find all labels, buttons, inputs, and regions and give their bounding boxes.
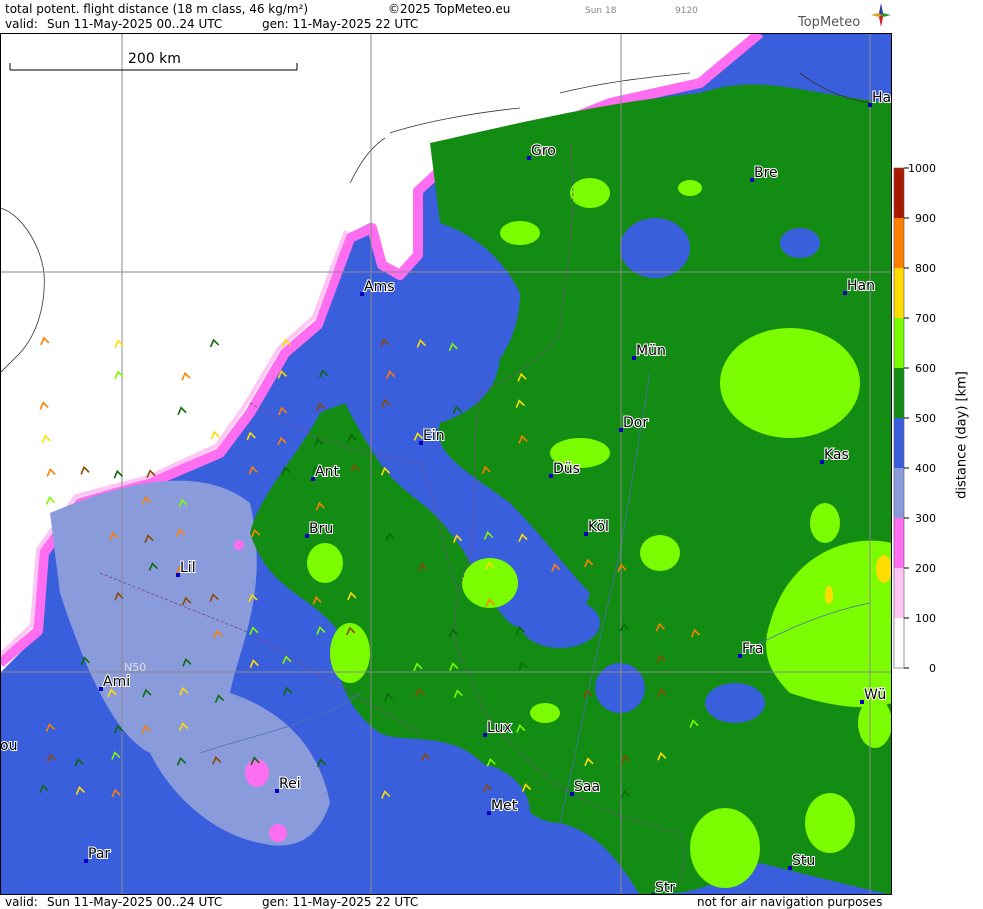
city-label: Bru — [309, 521, 333, 537]
legend-swatch — [894, 568, 904, 618]
footer-valid-label: valid: — [5, 895, 38, 909]
valid-value: Sun 11-May-2025 00..24 UTC — [47, 17, 223, 31]
legend-tick-label: 300 — [915, 512, 936, 525]
legend-tick-label: 1000 — [908, 162, 936, 175]
day-tag: Sun 18 — [585, 6, 617, 16]
grid-label: N50 — [124, 661, 146, 674]
city-label: Dor — [623, 415, 648, 431]
city-label: Kas — [824, 447, 849, 463]
legend-tick-label: 800 — [915, 262, 936, 275]
legend-swatch — [894, 418, 904, 468]
footer-valid-value: Sun 11-May-2025 00..24 UTC — [47, 895, 223, 909]
wind-chevron — [41, 434, 51, 444]
legend: 10009008007006005004003002001000 — [893, 162, 936, 675]
city-label: ou — [0, 738, 17, 754]
city-label: Met — [491, 798, 518, 814]
city-label: Düs — [553, 461, 580, 477]
legend-tick-label: 100 — [915, 612, 936, 625]
city-label: Mün — [636, 343, 666, 359]
legend-swatch — [894, 368, 904, 418]
gen-value: gen: 11-May-2025 22 UTC — [262, 17, 419, 31]
footer-disclaimer: not for air navigation purposes — [697, 895, 883, 909]
wind-chevron — [177, 406, 187, 415]
logo-text: TopMeteo — [798, 15, 861, 30]
city-label: Gro — [531, 143, 556, 159]
wind-chevron — [113, 469, 123, 479]
scale-label: 200 km — [128, 51, 181, 67]
city-label: Ams — [364, 279, 395, 295]
legend-tick-label: 200 — [915, 562, 936, 575]
legend-swatch — [894, 268, 904, 318]
compass-icon — [871, 3, 891, 27]
wind-chevron — [45, 496, 56, 505]
legend-title: distance (day) [km] — [954, 371, 970, 499]
city-label: Ami — [103, 674, 130, 690]
city-label: Ant — [315, 464, 339, 480]
city-label: Lil — [180, 560, 196, 576]
map-area[interactable]: N50 Ha Gro Bre Ams Han Mün Ein Dor Ant Kas Düs Bru K… — [0, 33, 892, 895]
city-label: Par — [88, 846, 110, 862]
city-label: Saa — [574, 779, 600, 795]
wind-chevron — [210, 430, 220, 440]
wind-chevron — [80, 465, 90, 475]
city-label: Ha — [872, 90, 891, 106]
city-label: Ein — [423, 428, 445, 444]
city-label: Köl — [588, 519, 609, 535]
valid-label: valid: — [5, 17, 38, 31]
city-label: Stu — [792, 853, 815, 869]
city-label: Han — [847, 278, 875, 294]
city-label: Bre — [754, 165, 778, 181]
city-label: Wü — [864, 687, 886, 703]
wind-chevron — [181, 371, 191, 381]
legend-swatch — [894, 168, 904, 218]
chart-title: total potent. flight distance (18 m clas… — [5, 2, 309, 16]
wind-chevron — [39, 401, 49, 410]
legend-tick-label: 400 — [915, 462, 936, 475]
topmeteo-logo: TopMeteo — [798, 2, 892, 32]
legend-tick-label: 0 — [929, 662, 936, 675]
city-label: Rei — [279, 776, 301, 792]
legend-tick-label: 900 — [915, 212, 936, 225]
legend-tick-label: 600 — [915, 362, 936, 375]
city-label: Fra — [742, 641, 763, 657]
footer-gen-value: gen: 11-May-2025 22 UTC — [262, 895, 419, 909]
legend-tick-label: 500 — [915, 412, 936, 425]
wind-chevron — [40, 336, 50, 346]
copyright: ©2025 TopMeteo.eu — [388, 2, 511, 16]
wind-chevron — [209, 338, 220, 348]
legend-swatch — [894, 318, 904, 368]
city-label: Lux — [487, 720, 512, 736]
wind-chevron — [46, 468, 56, 477]
legend-tick-label: 700 — [915, 312, 936, 325]
code-tag: 9120 — [675, 6, 698, 16]
legend-swatch — [894, 518, 904, 568]
legend-swatch — [894, 468, 904, 518]
legend-swatch — [894, 618, 904, 668]
legend-swatch — [894, 218, 904, 268]
city-label: Str — [655, 880, 675, 895]
